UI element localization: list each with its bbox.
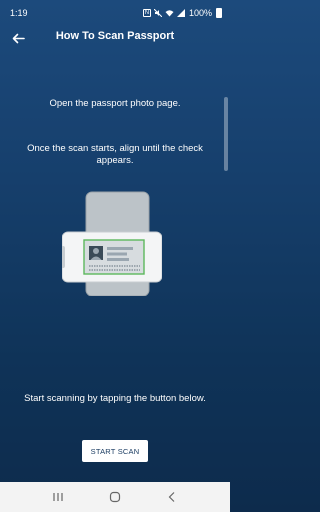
recent-apps-button[interactable] (46, 487, 70, 507)
scrollbar[interactable] (224, 97, 228, 171)
status-bar: 1:19 N 100% (0, 0, 230, 26)
page-title: How To Scan Passport (55, 30, 175, 42)
mute-icon (153, 9, 162, 17)
home-icon (109, 491, 121, 503)
instruction-align: Once the scan starts, align until the ch… (27, 143, 203, 166)
wifi-icon (165, 10, 174, 17)
home-button[interactable] (103, 487, 127, 507)
status-time: 1:19 (10, 8, 28, 18)
instruction-start-scanning: Start scanning by tapping the button bel… (24, 393, 206, 404)
nfc-icon: N (142, 9, 151, 17)
recent-apps-icon (53, 493, 63, 501)
navigation-bar (0, 482, 230, 512)
instruction-open-page: Open the passport photo page. (49, 98, 181, 109)
app-bar: How To Scan Passport (0, 26, 230, 50)
battery-percent: 100% (188, 8, 212, 18)
passport-scan-illustration (62, 191, 162, 296)
start-scan-button[interactable]: START SCAN (82, 440, 148, 462)
battery-icon (216, 8, 222, 18)
signal-icon (176, 9, 185, 17)
back-icon (168, 492, 175, 502)
status-icons: N 100% (142, 8, 222, 18)
system-back-button[interactable] (160, 487, 184, 507)
